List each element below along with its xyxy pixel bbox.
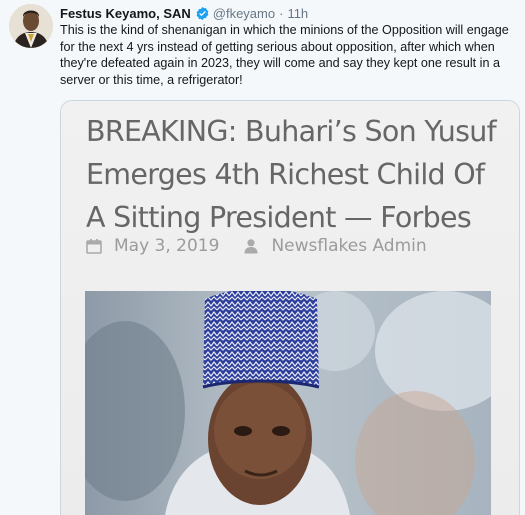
author-name[interactable]: Festus Keyamo, SAN — [60, 6, 191, 21]
author-avatar[interactable] — [9, 4, 53, 48]
article-photo — [85, 291, 491, 515]
tweet-text: This is the kind of shenanigan in which … — [60, 23, 509, 88]
article-meta: May 3, 2019 Newsflakes Admin — [86, 235, 427, 257]
tweet-card[interactable]: Festus Keyamo, SAN @fkeyamo · 11h This i… — [0, 0, 525, 515]
article-screenshot: BREAKING: Buhari’s Son Yusuf Emerges 4th… — [61, 101, 519, 515]
author-handle[interactable]: @fkeyamo — [213, 6, 275, 21]
calendar-icon — [86, 239, 102, 254]
avatar-image — [9, 4, 53, 48]
header-separator: · — [279, 5, 284, 21]
user-icon — [244, 239, 258, 254]
article-author: Newsflakes Admin — [271, 236, 427, 256]
tweet-timestamp[interactable]: 11h — [287, 6, 308, 21]
tweet-media[interactable]: BREAKING: Buhari’s Son Yusuf Emerges 4th… — [60, 100, 520, 515]
article-headline: BREAKING: Buhari’s Son Yusuf Emerges 4th… — [86, 115, 497, 234]
article-date: May 3, 2019 — [114, 236, 220, 256]
tweet-header: Festus Keyamo, SAN @fkeyamo · 11h — [60, 4, 517, 22]
verified-badge-icon — [196, 6, 209, 20]
